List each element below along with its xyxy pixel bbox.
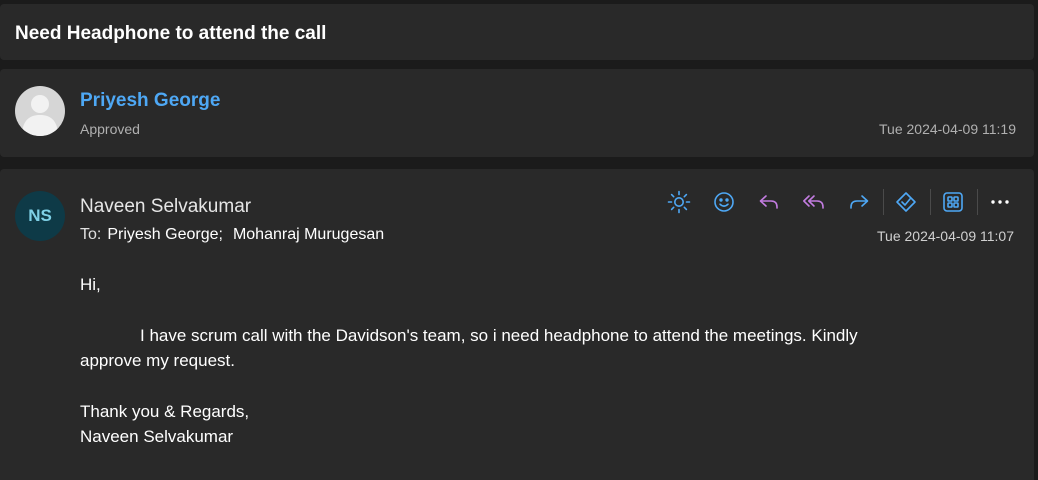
signoff: Thank you & Regards,: [80, 402, 250, 421]
toolbar-divider: [977, 189, 978, 215]
signature-block: Thank you & Regards, Naveen Selvakumar: [80, 399, 980, 449]
body-paragraph-line: I have scrum call with the Davidson's te…: [140, 326, 858, 345]
greeting: Hi,: [80, 275, 101, 294]
signature-name: Naveen Selvakumar: [80, 427, 234, 446]
message-body: Hi, I have scrum call with the Davidson'…: [80, 272, 980, 475]
immersive-reader-icon: [896, 192, 916, 212]
sender-avatar[interactable]: NS: [15, 191, 65, 241]
message-card: NS Naveen Selvakumar To: Priyesh George; M…: [0, 169, 1034, 480]
more-button[interactable]: [984, 187, 1016, 217]
forward-icon: [850, 195, 869, 209]
toolbar-divider: [930, 189, 931, 215]
reply-all-icon: [803, 195, 824, 209]
immersive-reader-button[interactable]: [890, 187, 922, 217]
person-icon: [22, 95, 58, 136]
sender-name[interactable]: Naveen Selvakumar: [80, 196, 251, 218]
recipient[interactable]: Priyesh George;: [107, 226, 223, 243]
reply-icon: [759, 195, 778, 209]
message-toolbar: [663, 187, 1016, 217]
apps-icon: [943, 192, 963, 212]
approver-avatar[interactable]: [15, 86, 65, 136]
toolbar-divider: [883, 189, 884, 215]
body-paragraph: I have scrum call with the Davidson's te…: [80, 323, 980, 373]
recipient[interactable]: Mohanraj Murugesan: [233, 226, 384, 243]
emoji-icon: [714, 192, 734, 212]
more-icon: [991, 200, 1009, 204]
reply-all-button[interactable]: [798, 187, 830, 217]
reply-button[interactable]: [753, 187, 785, 217]
approver-name[interactable]: Priyesh George: [80, 90, 220, 112]
apps-button[interactable]: [937, 187, 969, 217]
approval-date: Tue 2024-04-09 11:19: [879, 121, 1016, 137]
recipients-line: To: Priyesh George; Mohanraj Murugesan: [80, 226, 394, 244]
approval-status: Approved: [80, 121, 140, 137]
sun-button[interactable]: [663, 187, 695, 217]
forward-button[interactable]: [843, 187, 875, 217]
message-date: Tue 2024-04-09 11:07: [877, 228, 1014, 244]
approval-card: Priyesh George Approved Tue 2024-04-09 1…: [0, 69, 1034, 157]
sun-icon: [667, 190, 691, 214]
emoji-button[interactable]: [708, 187, 740, 217]
email-subject: Need Headphone to attend the call: [15, 23, 327, 44]
body-paragraph-line: approve my request.: [80, 351, 235, 370]
to-label: To:: [80, 226, 102, 243]
subject-bar: Need Headphone to attend the call: [0, 4, 1034, 60]
